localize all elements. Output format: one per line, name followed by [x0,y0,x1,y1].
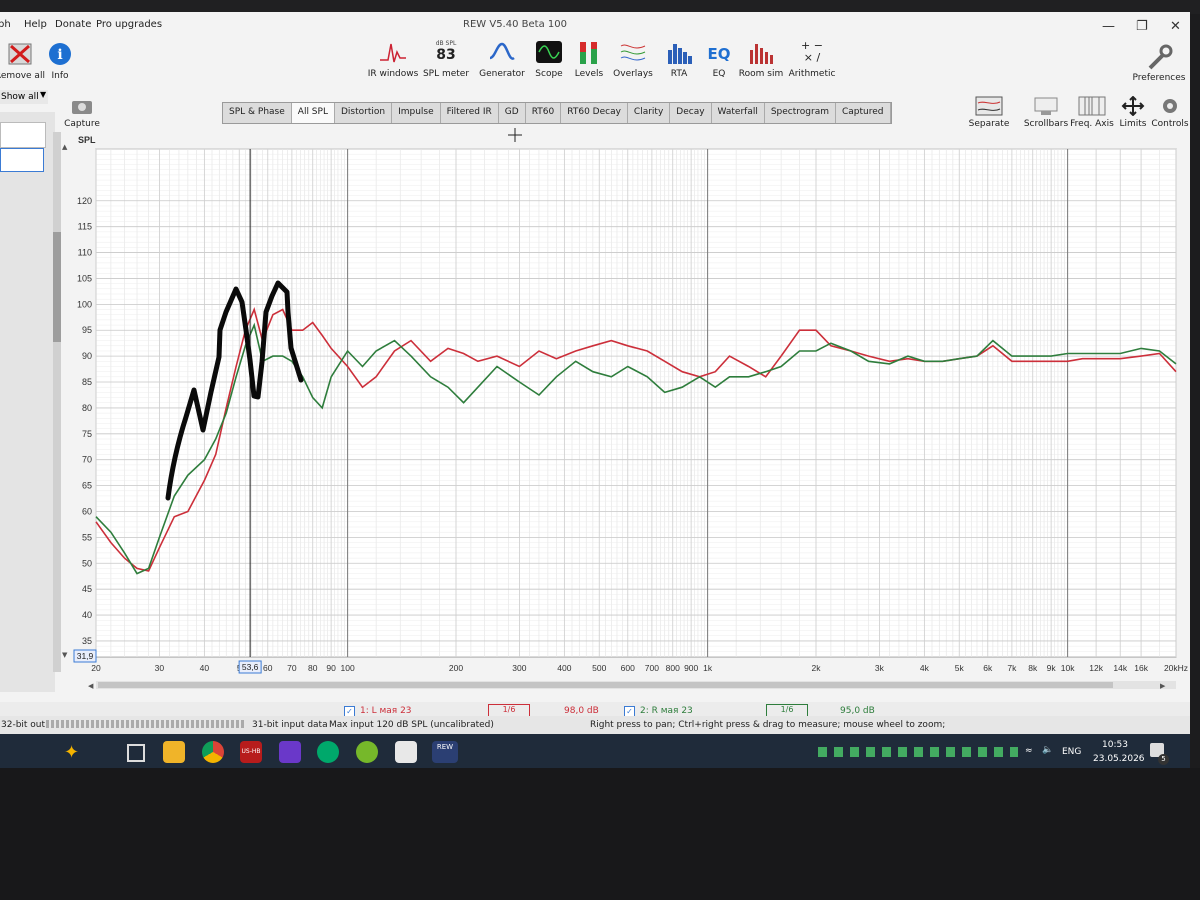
y-tick-label: 65 [82,481,92,491]
language-indicator[interactable]: ENG [1062,747,1081,757]
volume-icon[interactable]: 🔈 [1042,745,1053,755]
x-tick-label: 900 [684,663,698,673]
x-tick-label: 14k [1113,663,1127,673]
output-bit-depth: 32-bit out [1,720,46,730]
app-us-hb-icon[interactable]: US-НВ [240,741,262,763]
status-bar: 32-bit out 31-bit input data Max input 1… [0,716,1190,736]
x-tick-label: 100 [341,663,355,673]
x-tick-label: 800 [666,663,680,673]
x-tick-label: 300 [512,663,526,673]
fox-app-icon[interactable] [395,741,417,763]
x-tick-label: 600 [621,663,635,673]
x-tick-label: 12k [1089,663,1103,673]
chrome-icon[interactable] [202,741,224,763]
y-tick-label: 35 [82,636,92,646]
output-level-meter [46,720,246,728]
x-tick-label: 20 [91,663,101,673]
scroll-down-arrow: ▼ [62,651,68,659]
scroll-left-arrow: ◀ [88,682,94,690]
task-view-icon[interactable] [127,744,145,762]
x-tick-label: 60 [263,663,273,673]
x-tick-label: 7k [1007,663,1017,673]
legend-level-left: 98,0 dB [564,706,599,716]
y-tick-label: 90 [82,351,92,361]
cursor-readout: 53,6 [242,662,259,672]
file-explorer-icon[interactable] [163,741,185,763]
x-tick-label: 1k [703,663,713,673]
x-tick-label: 80 [308,663,318,673]
wifi-icon[interactable]: ≈ [1025,746,1033,756]
x-tick-label: 10k [1061,663,1075,673]
y-tick-label: 95 [82,325,92,335]
y-tick-label: 70 [82,455,92,465]
x-tick-label: 90 [326,663,336,673]
y-tick-label: 60 [82,506,92,516]
x-tick-label: 16k [1134,663,1148,673]
legend-label-right: 2: R мая 23 [640,706,693,716]
rew-window: ph Help Donate Pro upgrades REW V5.40 Be… [0,12,1190,768]
y-tick-label: 100 [77,299,92,309]
h-scrollbar-thumb [98,682,1113,688]
y-tick-label: 50 [82,558,92,568]
crosshair-cursor-icon [508,128,522,142]
plot-background [95,148,1177,658]
y-tick-label: 75 [82,429,92,439]
x-tick-label: 400 [557,663,571,673]
x-tick-label: 2k [812,663,822,673]
scroll-right-arrow: ▶ [1160,682,1166,690]
x-tick-label: 8k [1028,663,1038,673]
status-hint: Right press to pan; Ctrl+right press & d… [590,720,946,730]
y-tick-label: 115 [78,222,92,232]
x-tick-label: 40 [200,663,210,673]
y-tick-label: 105 [77,273,92,283]
video-editor-icon[interactable] [279,741,301,763]
monitor-bezel-bottom [0,768,1200,900]
notification-count: 5 [1158,754,1169,765]
x-tick-label: 700 [645,663,659,673]
x-tick-label: 3k [875,663,885,673]
clock-date[interactable]: 23.05.2026 [1093,754,1145,764]
scroll-up-arrow: ▲ [62,143,68,151]
y-tick-label: 45 [82,584,92,594]
x-tick-label: 20kHz [1164,663,1188,673]
x-tick-label: 70 [287,663,297,673]
y-tick-label: 55 [82,532,92,542]
x-tick-label: 6k [983,663,993,673]
tray-icons[interactable] [818,747,1018,757]
y-tick-label: 80 [82,403,92,413]
y-tick-label: 120 [77,196,92,206]
legend-label-left: 1: L мая 23 [360,706,412,716]
x-tick-label: 5k [955,663,965,673]
windows-taskbar: ✦ US-НВ REW ≈ 🔈 ENG 10:53 23.05.2026 5 [0,734,1190,768]
y-tick-label: 85 [82,377,92,387]
y-tick-label: 110 [78,248,92,258]
torrent-icon[interactable] [356,741,378,763]
x-tick-label: 200 [449,663,463,673]
x-tick-label: 30 [155,663,165,673]
x-tick-label: 500 [592,663,606,673]
y-axis-label: SPL [78,135,96,145]
y-min-readout: 31,9 [77,651,94,661]
clock-time[interactable]: 10:53 [1102,740,1128,750]
max-input: Max input 120 dB SPL (uncalibrated) [329,720,494,730]
x-tick-label: 4k [920,663,930,673]
copilot-icon[interactable]: ✦ [64,742,79,763]
rew-taskbar-icon[interactable]: REW [432,741,458,763]
y-tick-label: 40 [82,610,92,620]
x-tick-label: 9k [1047,663,1057,673]
kaspersky-icon[interactable] [317,741,339,763]
legend-level-right: 95,0 dB [840,706,875,716]
spl-graph[interactable]: 35 40 45 50 55 60 65 70 75 80 85 90 95 100 105 110 115 12… [0,12,1190,702]
input-bit-depth: 31-bit input data [252,720,328,730]
